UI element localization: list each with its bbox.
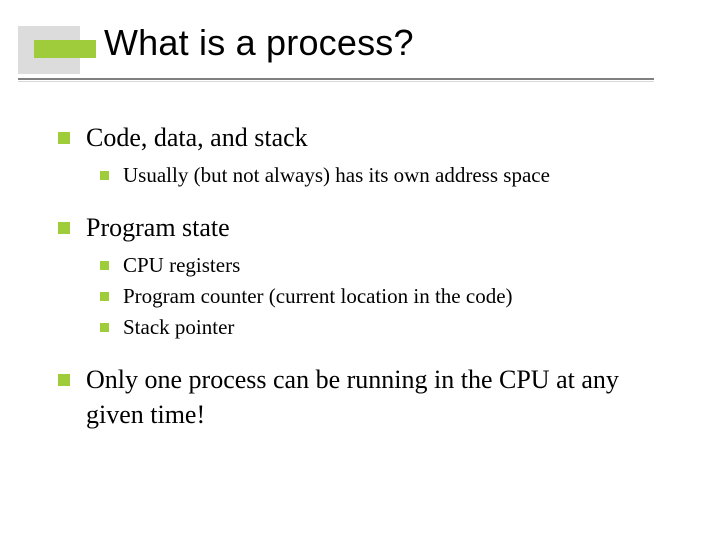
- slide-body: Code, data, and stack Usually (but not a…: [58, 120, 668, 438]
- square-bullet-icon: [100, 292, 109, 301]
- list-item: Only one process can be running in the C…: [58, 362, 668, 432]
- square-bullet-icon: [100, 261, 109, 270]
- list-item: Code, data, and stack: [58, 120, 668, 155]
- list-subitem-text: CPU registers: [123, 251, 240, 280]
- list-item: Program state: [58, 210, 668, 245]
- square-bullet-icon: [58, 222, 70, 234]
- slide: What is a process? Code, data, and stack…: [0, 0, 720, 540]
- list-item-text: Program state: [86, 210, 230, 245]
- title-rule-dark: [18, 78, 654, 80]
- list-subitem-text: Usually (but not always) has its own add…: [123, 161, 550, 190]
- square-bullet-icon: [58, 374, 70, 386]
- slide-title: What is a process?: [104, 22, 414, 64]
- title-rule-light: [18, 81, 654, 82]
- decor-green-box: [34, 40, 96, 58]
- list-subitem: Usually (but not always) has its own add…: [100, 161, 668, 190]
- list-item-text: Only one process can be running in the C…: [86, 362, 668, 432]
- list-subitem-text: Program counter (current location in the…: [123, 282, 513, 311]
- square-bullet-icon: [58, 132, 70, 144]
- list-subitem: CPU registers: [100, 251, 668, 280]
- list-subitem: Stack pointer: [100, 313, 668, 342]
- list-subitem: Program counter (current location in the…: [100, 282, 668, 311]
- square-bullet-icon: [100, 171, 109, 180]
- square-bullet-icon: [100, 323, 109, 332]
- spacer: [58, 192, 668, 210]
- list-item-text: Code, data, and stack: [86, 120, 308, 155]
- list-subitem-text: Stack pointer: [123, 313, 234, 342]
- spacer: [58, 344, 668, 362]
